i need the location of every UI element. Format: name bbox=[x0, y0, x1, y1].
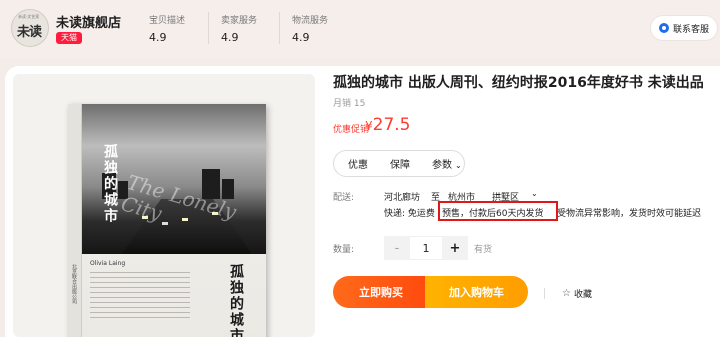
cover-text-lines bbox=[90, 272, 190, 322]
tab-discount[interactable]: 优惠 bbox=[348, 156, 368, 171]
tab-params[interactable]: 参数 ⌄ bbox=[432, 156, 462, 171]
divider bbox=[208, 12, 209, 44]
ship-from: 河北廊坊 bbox=[384, 193, 421, 203]
book-cover: 北京联合出版公司 孤独的城市 The Lonely City Olivia La… bbox=[68, 104, 266, 337]
cover-author: Olivia Laing bbox=[90, 260, 126, 267]
metric-value: 4.9 bbox=[221, 31, 239, 44]
favorite-label: 收藏 bbox=[573, 290, 592, 300]
metric-seller-service: 卖家服务 4.9 bbox=[221, 13, 257, 44]
cover-title-vertical: 孤独的城市 bbox=[102, 144, 118, 224]
quantity-plus-button[interactable]: + bbox=[442, 236, 468, 260]
shop-name[interactable]: 未读旗舰店 bbox=[56, 12, 121, 31]
metric-label: 卖家服务 bbox=[221, 16, 258, 26]
tab-guarantee[interactable]: 保障 bbox=[390, 156, 410, 171]
price: ¥27.5 bbox=[365, 115, 411, 135]
stock-status: 有货 bbox=[474, 245, 493, 255]
metric-label: 物流服务 bbox=[292, 16, 329, 26]
star-icon: ☆ bbox=[562, 288, 571, 299]
product-image[interactable]: 北京联合出版公司 孤独的城市 The Lonely City Olivia La… bbox=[13, 74, 315, 337]
quantity-input[interactable]: 1 bbox=[410, 236, 442, 260]
contact-service-label: 联系客服 bbox=[672, 24, 709, 35]
shop-logo[interactable]: 未读·文艺家 未读 bbox=[11, 9, 49, 47]
price-label: 优惠促销 bbox=[333, 125, 370, 135]
quantity-minus-button[interactable]: - bbox=[384, 236, 410, 260]
quantity-stepper: - 1 + bbox=[384, 236, 468, 260]
chevron-down-icon: ⌄ bbox=[455, 161, 462, 170]
monthly-sales: 月销 15 bbox=[333, 99, 366, 109]
logo-top-text: 未读·文艺家 bbox=[18, 14, 40, 19]
buy-now-button[interactable]: 立即购买 bbox=[333, 276, 429, 308]
shipping-label: 配送: bbox=[333, 193, 355, 203]
divider bbox=[544, 288, 545, 299]
logo-mark: 未读 bbox=[17, 25, 42, 40]
logistics-note: 受物流异常影响，发货时效可能延迟 bbox=[557, 209, 702, 219]
quantity-label: 数量: bbox=[333, 245, 355, 255]
tmall-badge: 天猫 bbox=[56, 32, 82, 44]
metric-value: 4.9 bbox=[149, 31, 167, 44]
highlight-box bbox=[438, 201, 558, 221]
cover-photo: 孤独的城市 The Lonely City bbox=[82, 104, 266, 254]
spine-text: 北京联合出版公司 bbox=[71, 264, 77, 304]
metric-logistics: 物流服务 4.9 bbox=[292, 13, 328, 44]
metric-label: 宝贝描述 bbox=[149, 16, 186, 26]
divider bbox=[279, 12, 280, 44]
shop-header: 未读·文艺家 未读 未读旗舰店 天猫 宝贝描述 4.9 卖家服务 4.9 物流服… bbox=[0, 0, 720, 58]
express-fee: 快递: 免运费 bbox=[384, 209, 435, 219]
info-tabs: 优惠 保障 参数 ⌄ bbox=[333, 150, 465, 177]
metric-value: 4.9 bbox=[292, 31, 310, 44]
contact-service-button[interactable]: 联系客服 bbox=[650, 15, 718, 41]
product-title: 孤独的城市 出版人周刊、纽约时报2016年度好书 未读出品 bbox=[333, 75, 704, 91]
price-value: 27.5 bbox=[372, 115, 411, 135]
add-to-cart-button[interactable]: 加入购物车 bbox=[425, 276, 528, 308]
currency-symbol: ¥ bbox=[365, 119, 373, 133]
favorite-button[interactable]: ☆ 收藏 bbox=[562, 287, 592, 300]
book-spine: 北京联合出版公司 bbox=[68, 104, 82, 337]
chat-icon bbox=[658, 23, 669, 33]
tab-params-label: 参数 bbox=[432, 160, 452, 171]
metric-description: 宝贝描述 4.9 bbox=[149, 13, 185, 44]
chevron-down-icon[interactable]: ⌄ bbox=[531, 189, 538, 198]
cover-title-vertical-lower: 孤独的城市 bbox=[228, 264, 244, 337]
